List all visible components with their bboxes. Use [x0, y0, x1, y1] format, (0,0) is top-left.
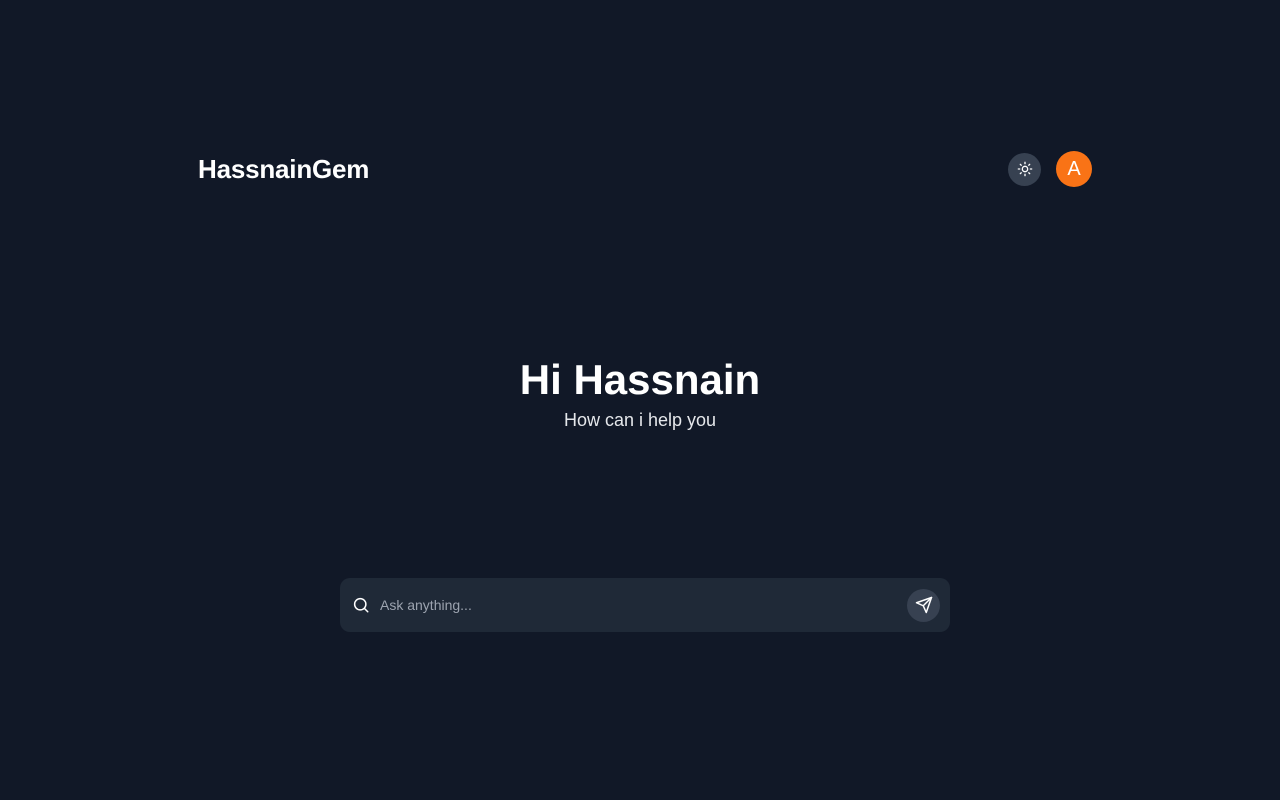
brand-title: HassnainGem	[198, 153, 370, 184]
greeting-title: Hi Hassnain	[519, 356, 761, 403]
header-actions: A	[1008, 151, 1092, 187]
search-icon	[352, 596, 370, 614]
greeting-subtitle: How can i help you	[563, 410, 717, 430]
sun-icon	[1017, 161, 1033, 177]
prompt-input[interactable]	[380, 587, 907, 623]
prompt-bar	[340, 578, 950, 632]
user-avatar[interactable]: A	[1056, 151, 1092, 187]
header: HassnainGem A	[198, 150, 1092, 188]
theme-toggle-button[interactable]	[1008, 152, 1041, 186]
send-button[interactable]	[907, 588, 940, 622]
page: HassnainGem A Hi Hassnain How can i help…	[0, 0, 1280, 800]
greeting: Hi Hassnain How can i help you	[0, 352, 1280, 432]
send-icon	[915, 596, 933, 614]
